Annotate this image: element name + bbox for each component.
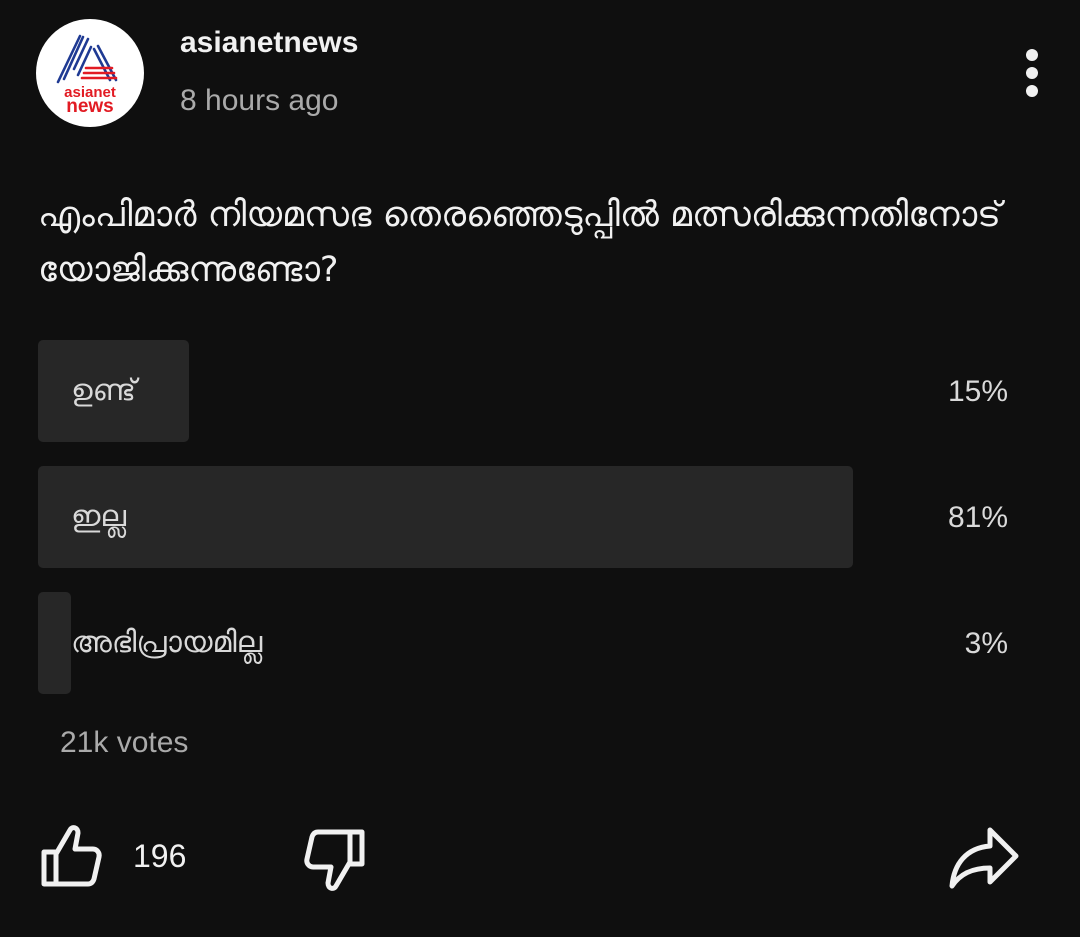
vote-count: 21k votes [60, 726, 189, 759]
poll-option-percent: 81% [947, 501, 1008, 534]
poll-option-bar [38, 592, 71, 694]
poll-option-percent: 15% [947, 375, 1008, 408]
poll-option-1[interactable]: ഉണ്ട് 15% [38, 340, 1008, 442]
poll-option-label: ഇല്ല [71, 499, 127, 534]
like-button[interactable] [38, 822, 104, 890]
poll-option-2[interactable]: ഇല്ല 81% [38, 466, 1008, 568]
more-vertical-icon-dot [1026, 67, 1038, 79]
share-button[interactable] [946, 824, 1020, 890]
poll-question: എംപിമാർ നിയമസഭ തെരഞ്ഞെടുപ്പിൽ മത്സരിക്കു… [38, 195, 1001, 290]
poll-option-percent: 3% [964, 627, 1008, 660]
dislike-button[interactable] [302, 826, 368, 894]
channel-avatar[interactable]: asianet news [36, 19, 144, 127]
thumbs-down-icon [304, 829, 365, 891]
logo-text-bottom: news [66, 96, 114, 117]
poll-option-label: അഭിപ്രായമില്ല [71, 625, 263, 660]
poll-option-label: ഉണ്ട് [71, 373, 136, 408]
thumbs-up-icon [41, 825, 102, 887]
poll-option-3[interactable]: അഭിപ്രായമില്ല 3% [38, 592, 1008, 694]
asianet-news-logo-icon: asianet news [56, 34, 118, 117]
channel-name[interactable]: asianetnews [180, 26, 358, 60]
poll-option-bar [38, 466, 853, 568]
more-vertical-icon-dot [1026, 85, 1038, 97]
more-options-button[interactable] [1004, 40, 1060, 106]
like-count: 196 [133, 838, 187, 874]
share-icon [949, 827, 1019, 889]
more-vertical-icon [1026, 49, 1038, 61]
post-timestamp: 8 hours ago [180, 84, 339, 117]
